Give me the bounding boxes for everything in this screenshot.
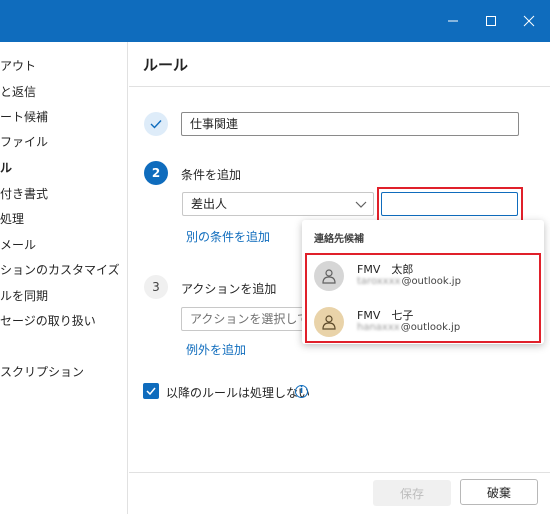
suggestions-header: 連絡先候補: [314, 234, 364, 245]
sidebar-item-customize-actions[interactable]: ションのカスタマイズ: [0, 260, 120, 280]
step-1-check-icon: [144, 112, 168, 136]
sidebar-item-message-handling[interactable]: セージの取り扱い: [0, 311, 96, 331]
sender-input-highlight: [377, 187, 523, 223]
discard-button[interactable]: 破棄: [460, 479, 538, 505]
step-3-label: アクションを追加: [181, 282, 277, 296]
stop-processing-label: 以降のルールは処理しない: [166, 386, 311, 400]
step-2-number: 2: [144, 161, 168, 185]
rule-name-input[interactable]: 仕事関連: [181, 112, 519, 136]
sidebar-item-suggestions[interactable]: ート候補: [0, 107, 48, 127]
maximize-button[interactable]: [470, 0, 512, 42]
panel-footer: 保存 破棄: [129, 472, 550, 514]
step-3-number: 3: [144, 275, 168, 299]
checkmark-icon: [146, 387, 156, 395]
sidebar-item-files[interactable]: ファイル: [0, 132, 48, 152]
contacts-highlight: [305, 253, 541, 343]
condition-select[interactable]: 差出人: [182, 192, 374, 216]
maximize-icon: [486, 16, 496, 26]
add-condition-link[interactable]: 別の条件を追加: [186, 228, 270, 245]
sidebar-item-compose-reply[interactable]: と返信: [0, 82, 36, 102]
save-button[interactable]: 保存: [373, 480, 451, 506]
settings-sidebar: アウト と返信 ート候補 ファイル ル 付き書式 処理 メール ションのカスタマ…: [0, 42, 128, 514]
condition-select-value: 差出人: [191, 197, 228, 211]
minimize-button[interactable]: [432, 0, 474, 42]
title-bar: [0, 0, 550, 42]
close-button[interactable]: [508, 0, 550, 42]
chevron-down-icon: [355, 201, 367, 208]
sidebar-item-rules[interactable]: ル: [0, 158, 12, 178]
page-title: ルール: [143, 56, 189, 74]
sidebar-item-layout[interactable]: アウト: [0, 56, 36, 76]
sidebar-item-handling[interactable]: 処理: [0, 209, 24, 229]
sidebar-item-subscription[interactable]: スクリプション: [0, 362, 84, 382]
sidebar-item-sync[interactable]: ルを同期: [0, 286, 48, 306]
panel-header: ルール: [129, 42, 550, 87]
close-icon: [523, 15, 535, 27]
minimize-icon: [448, 20, 458, 22]
sidebar-item-mail[interactable]: メール: [0, 235, 36, 255]
add-exception-link[interactable]: 例外を追加: [186, 341, 246, 358]
info-icon[interactable]: i: [295, 385, 308, 398]
stop-processing-checkbox[interactable]: [143, 383, 159, 399]
step-2-label: 条件を追加: [181, 168, 242, 182]
sidebar-item-conditional-formatting[interactable]: 付き書式: [0, 184, 48, 204]
